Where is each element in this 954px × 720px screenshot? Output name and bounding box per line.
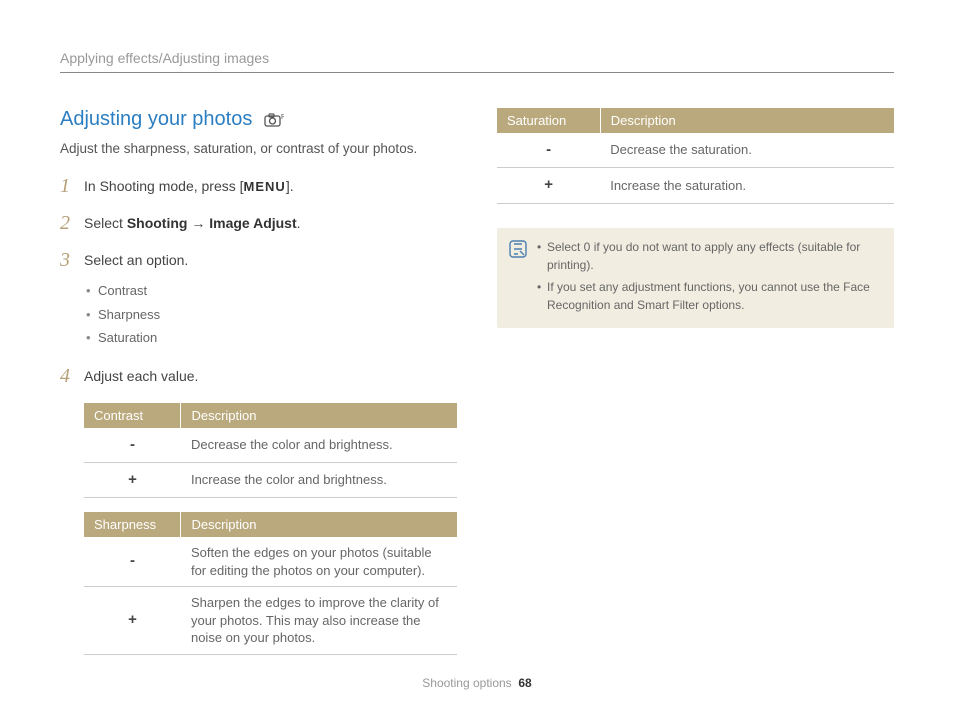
cell-desc: Sharpen the edges to improve the clarity… [181, 587, 457, 655]
th-description: Description [181, 403, 457, 428]
camera-icon: P [264, 113, 284, 127]
note-icon [509, 240, 527, 318]
step-2-bold1: Shooting [127, 215, 188, 231]
cell-key: + [497, 168, 600, 203]
cell-desc: Increase the saturation. [600, 168, 894, 203]
step-2-arrow: → [187, 215, 209, 231]
table-row: +Increase the color and brightness. [84, 462, 457, 497]
cell-desc: Decrease the color and brightness. [181, 428, 457, 463]
step-1-pre: In Shooting mode, press [ [84, 178, 244, 194]
left-column: Adjusting your photos P Adjust the sharp… [60, 108, 457, 669]
section-title: Adjusting your photos P [60, 108, 457, 131]
step-1-post: ]. [286, 178, 294, 194]
option-contrast: Contrast [84, 279, 457, 303]
footer-section: Shooting options [422, 676, 511, 690]
cell-desc: Increase the color and brightness. [181, 462, 457, 497]
th-contrast: Contrast [84, 403, 181, 428]
table-row: +Increase the saturation. [497, 168, 894, 203]
step-number: 2 [60, 213, 74, 233]
breadcrumb: Applying effects/Adjusting images [60, 50, 894, 73]
step-2-bold2: Image Adjust [209, 215, 296, 231]
step-1: In Shooting mode, press [MENU]. [84, 176, 457, 197]
svg-text:P: P [281, 114, 284, 121]
note-item: If you set any adjustment functions, you… [537, 278, 882, 314]
th-sharpness: Sharpness [84, 512, 181, 537]
step-number: 1 [60, 176, 74, 196]
section-intro: Adjust the sharpness, saturation, or con… [60, 141, 457, 156]
step-3-text: Select an option. [84, 252, 188, 268]
cell-key: - [84, 428, 181, 463]
step-3: Select an option. Contrast Sharpness Sat… [84, 250, 457, 350]
note-list: Select 0 if you do not want to apply any… [537, 238, 882, 318]
footer-page-number: 68 [518, 676, 531, 690]
note-box: Select 0 if you do not want to apply any… [497, 228, 894, 328]
th-description: Description [181, 512, 457, 537]
step-number: 4 [60, 366, 74, 386]
step-2: Select Shooting → Image Adjust. [84, 213, 457, 234]
table-row: -Decrease the color and brightness. [84, 428, 457, 463]
option-sharpness: Sharpness [84, 303, 457, 327]
contrast-table: ContrastDescription -Decrease the color … [84, 403, 457, 499]
option-saturation: Saturation [84, 326, 457, 350]
menu-label: MENU [244, 179, 286, 194]
cell-desc: Decrease the saturation. [600, 133, 894, 168]
table-row: +Sharpen the edges to improve the clarit… [84, 587, 457, 655]
saturation-table: SaturationDescription -Decrease the satu… [497, 108, 894, 204]
section-title-text: Adjusting your photos [60, 108, 252, 131]
cell-key: - [84, 537, 181, 587]
step-3-options: Contrast Sharpness Saturation [84, 279, 457, 350]
th-saturation: Saturation [497, 108, 600, 133]
steps-list: 1 In Shooting mode, press [MENU]. 2 Sele… [60, 176, 457, 387]
sharpness-table: SharpnessDescription -Soften the edges o… [84, 512, 457, 655]
cell-desc: Soften the edges on your photos (suitabl… [181, 537, 457, 587]
th-description: Description [600, 108, 894, 133]
step-2-pre: Select [84, 215, 127, 231]
cell-key: + [84, 587, 181, 655]
step-2-post: . [297, 215, 301, 231]
table-row: -Decrease the saturation. [497, 133, 894, 168]
table-row: -Soften the edges on your photos (suitab… [84, 537, 457, 587]
step-number: 3 [60, 250, 74, 270]
cell-key: + [84, 462, 181, 497]
cell-key: - [497, 133, 600, 168]
right-column: SaturationDescription -Decrease the satu… [497, 108, 894, 669]
page-footer: Shooting options 68 [0, 676, 954, 690]
step-4: Adjust each value. [84, 366, 457, 387]
note-item: Select 0 if you do not want to apply any… [537, 238, 882, 274]
